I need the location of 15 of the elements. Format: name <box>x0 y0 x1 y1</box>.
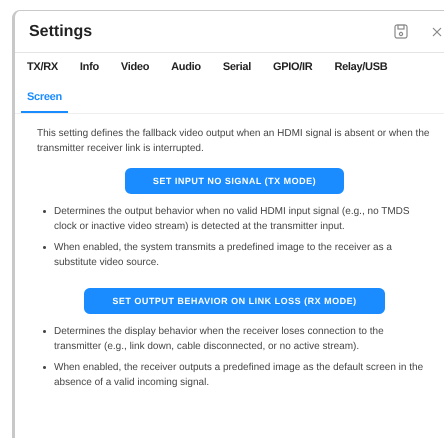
window-title: Settings <box>29 22 94 42</box>
bullet-text: Determines the display behavior when the receiver loses connection to the transmitter (e.g., link down, cable disconnected, or no active stream). <box>54 325 385 354</box>
tab[interactable]: GPIO/IR <box>266 53 318 83</box>
tab[interactable]: Relay/USB <box>328 53 394 83</box>
tab[interactable]: Info <box>74 53 105 83</box>
bullet-text: Determines the output behavior when no valid HDMI input signal (e.g., no TMDS clock or inactive video stream) is detected at the transmitter input. <box>54 205 411 234</box>
close-icon[interactable] <box>432 26 442 36</box>
tab[interactable]: Serial <box>216 53 257 83</box>
save-icon[interactable] <box>394 24 408 39</box>
intro-text: This setting defines the fallback video output when an HDMI signal is absent or when the transmitter receiver link is interrupted. <box>37 127 430 156</box>
bullet-text: When enabled, the system transmits a predefined image to the receiver as a substitute video source. <box>54 241 393 270</box>
bullet-text: When enabled, the receiver outputs a predefined image as the default screen in the absence of a valid incoming signal. <box>54 361 424 390</box>
tab[interactable]: TX/RX <box>21 53 64 83</box>
tab[interactable]: Video <box>114 53 156 83</box>
tab[interactable]: Audio <box>165 53 207 83</box>
